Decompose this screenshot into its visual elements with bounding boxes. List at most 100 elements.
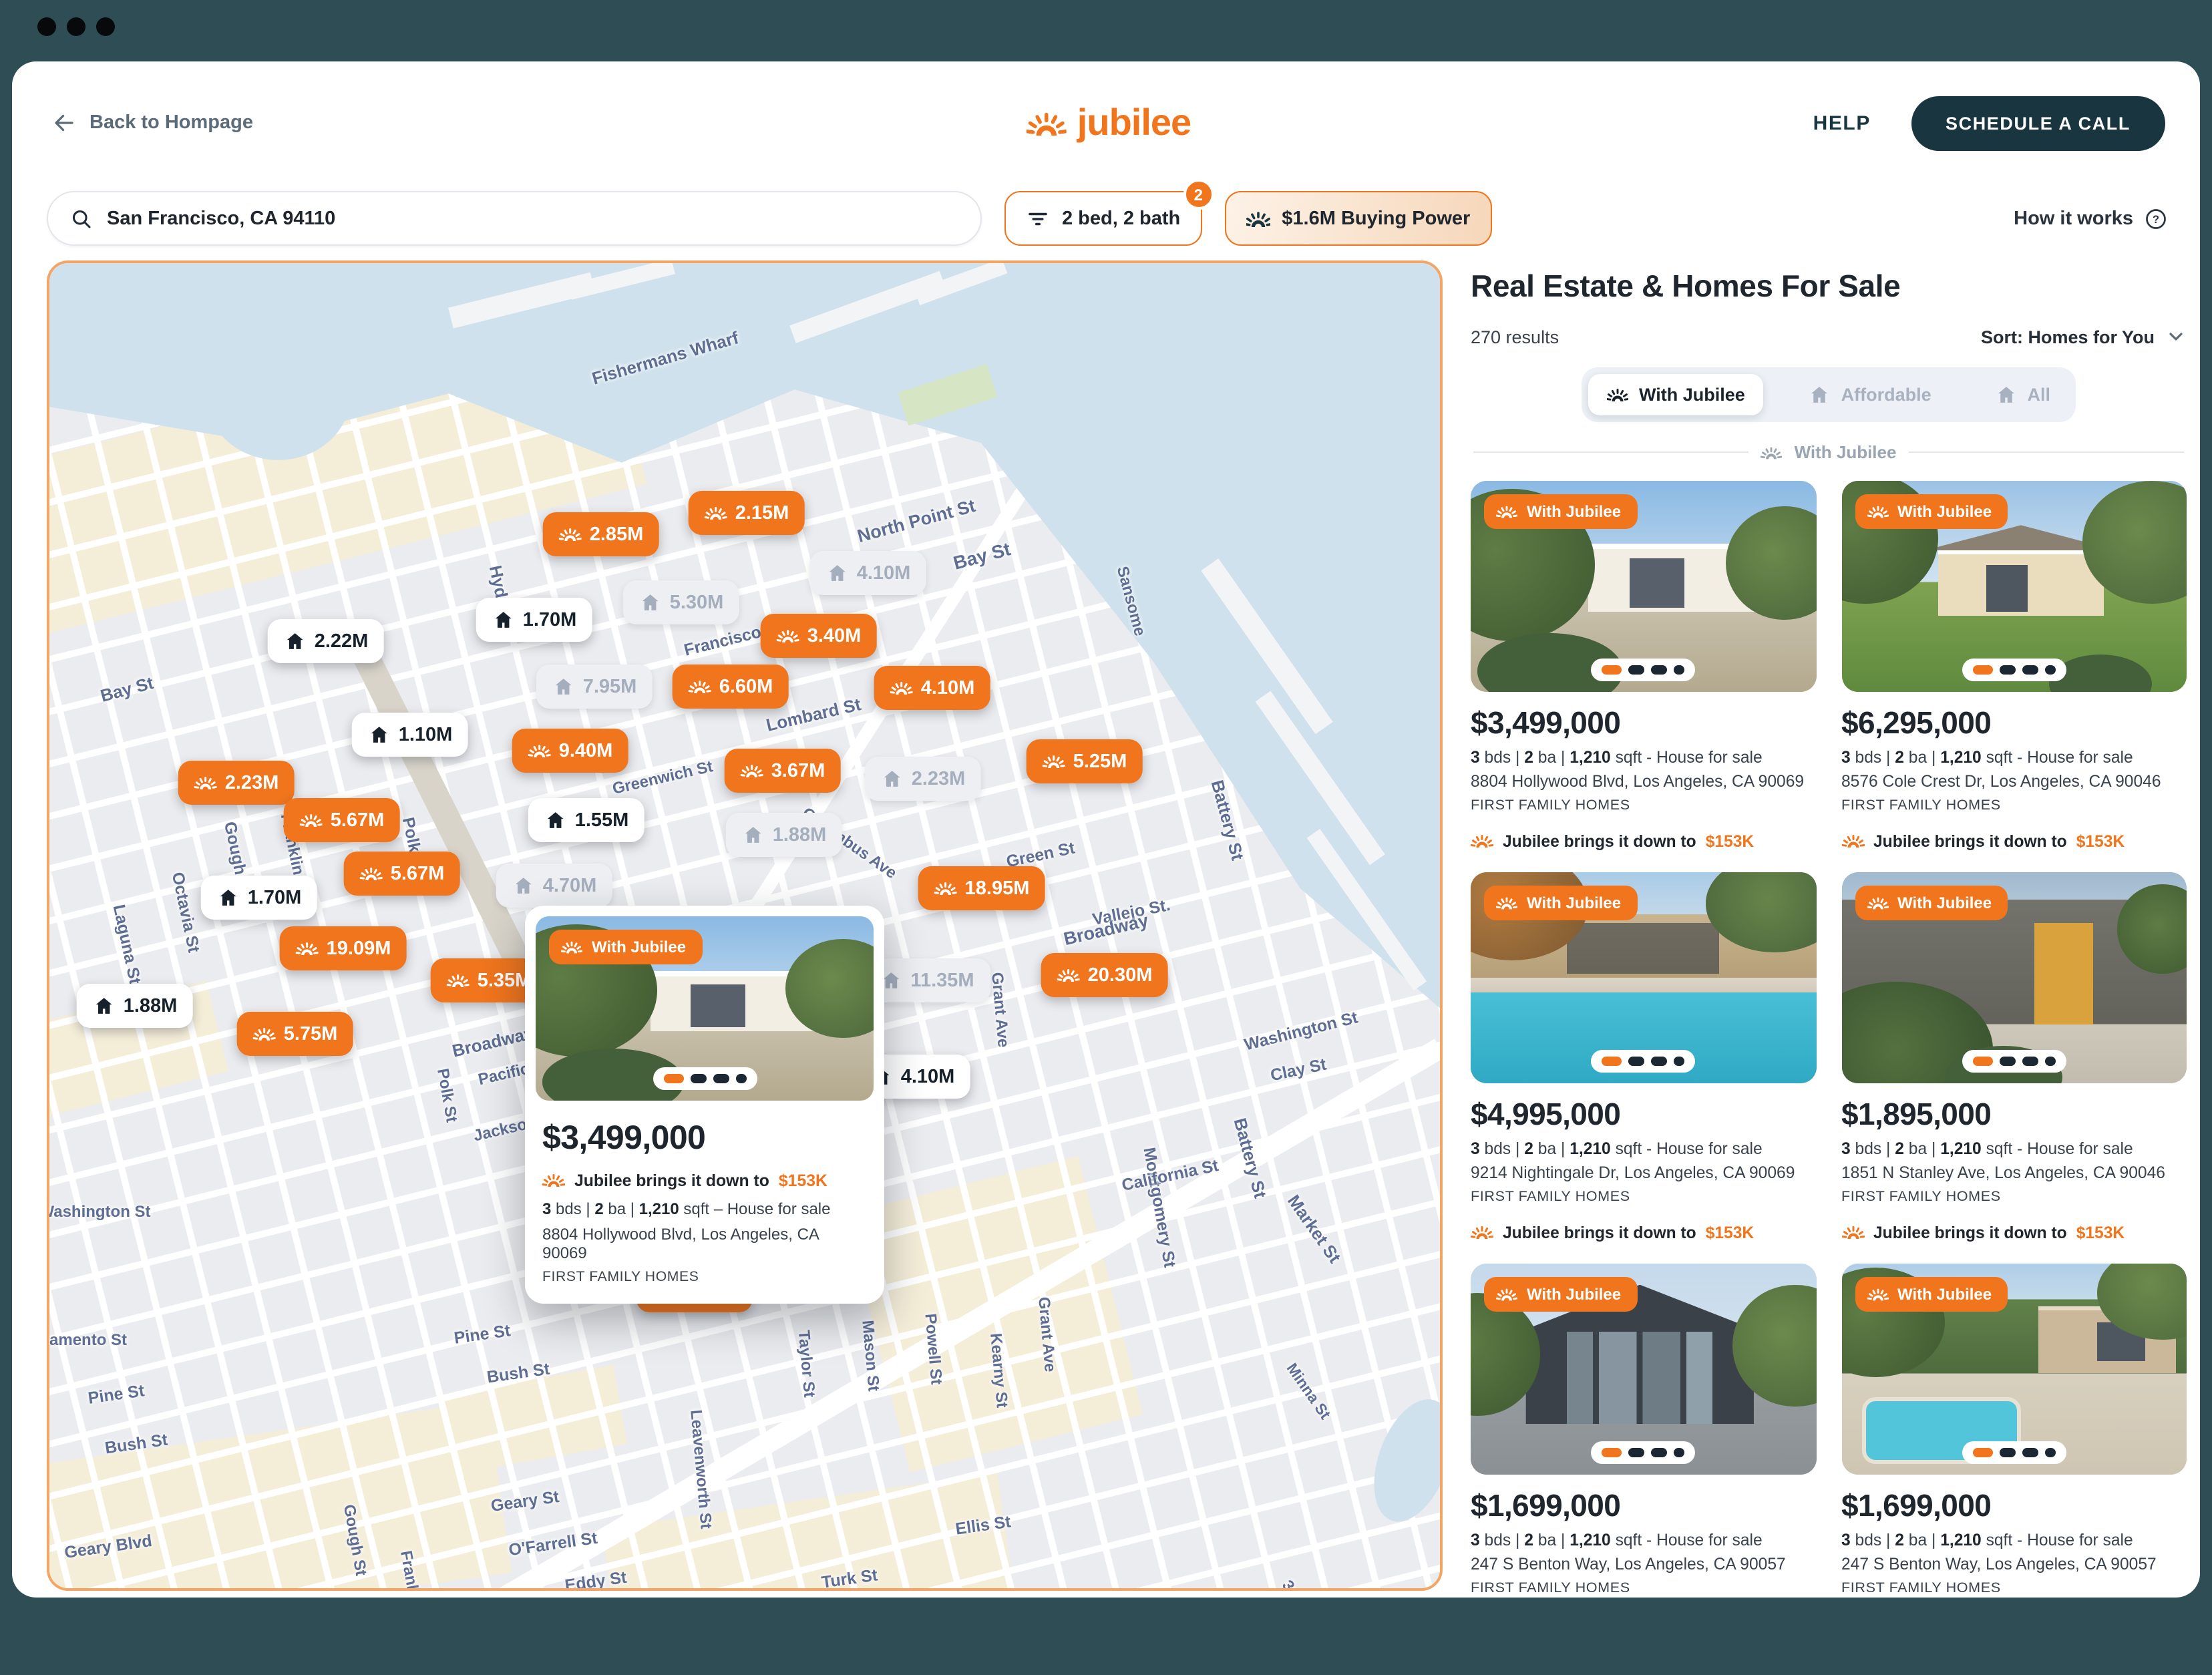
house-icon [492,610,515,630]
popup-photo: With Jubilee [536,916,874,1101]
listing-address: 8804 Hollywood Blvd, Los Angeles, CA 900… [1471,772,1816,791]
map-price-pin[interactable]: 1.70M [201,876,318,920]
map-price-pin[interactable]: 2.23M [865,757,982,801]
map-price-pin[interactable]: 5.25M [1027,739,1143,783]
search-input[interactable]: San Francisco, CA 94110 [47,191,982,246]
map-price-pin[interactable]: 4.10M [874,666,991,710]
map-price-pin[interactable]: 2.85M [543,512,660,556]
jubilee-discount-line: Jubilee brings it down to $153K [1471,1222,1816,1242]
listing-address: 8576 Cole Crest Dr, Los Angeles, CA 9004… [1841,772,2187,791]
image-carousel-dots[interactable] [1592,1050,1696,1073]
listing-card[interactable]: With Jubilee $1,699,000 3 bds | 2 ba | 1… [1471,1264,1816,1598]
pin-price: 1.70M [248,887,302,908]
sunburst-icon [689,677,711,697]
search-filter-row: San Francisco, CA 94110 2 bed, 2 bath 2 … [47,191,2168,246]
image-carousel-dots[interactable] [1962,1050,2066,1073]
listing-specs: 3 bds | 2 ba | 1,210 sqft – House for sa… [542,1199,867,1218]
listing-price: $3,499,000 [1471,705,1816,741]
map-price-pin[interactable]: 2.15M [689,491,805,535]
map-price-pin[interactable]: 2.23M [178,761,295,805]
tab-affordable[interactable]: Affordable [1791,374,1950,415]
pin-price: 1.70M [523,609,577,630]
sunburst-icon [447,970,470,990]
with-jubilee-badge: With Jubilee [1484,886,1637,920]
back-to-homepage-link[interactable]: Back to Hompage [52,111,253,135]
pin-price: 6.60M [719,676,773,697]
pin-price: 2.15M [735,502,789,524]
map-price-pin[interactable]: 5.75M [237,1012,354,1056]
sunburst-icon [1043,751,1065,771]
buying-power-chip[interactable]: $1.6M Buying Power [1224,191,1491,246]
pin-price: 3.67M [771,760,825,781]
pin-price: 2.22M [315,630,369,652]
how-it-works-link[interactable]: How it works [2014,206,2168,230]
map-price-pin[interactable]: 1.88M [726,813,843,857]
map-price-pin[interactable]: 20.30M [1041,953,1169,997]
map-price-pin[interactable]: 5.30M [623,580,740,624]
sunburst-icon [253,1024,276,1044]
map-price-pin[interactable]: 1.70M [476,598,593,642]
listing-price: $3,499,000 [542,1119,867,1158]
image-carousel-dots[interactable] [1962,659,2066,681]
listing-photo: With Jubilee [1841,1264,2187,1475]
image-carousel-dots[interactable] [1962,1441,2066,1464]
map-price-pin[interactable]: 1.10M [352,713,469,757]
pin-price: 5.30M [670,592,724,613]
map-price-pin[interactable]: 2.22M [268,619,385,663]
map-price-pin[interactable]: 7.95M [536,665,653,709]
results-title: Real Estate & Homes For Sale [1471,268,2187,305]
map-price-pin[interactable]: 3.40M [761,614,878,658]
map-price-pin[interactable]: 4.70M [496,864,613,908]
map-price-pin[interactable]: 5.67M [284,798,401,842]
tab-all[interactable]: All [1976,374,2069,415]
beds-baths-filter-chip[interactable]: 2 bed, 2 bath 2 [1004,191,1202,246]
listing-card[interactable]: With Jubilee $1,895,000 3 bds | 2 ba | 1… [1841,872,2187,1242]
brand-wordmark: jubilee [1077,102,1191,144]
image-carousel-dots[interactable] [1592,659,1696,681]
results-panel: Real Estate & Homes For Sale 270 results… [1471,260,2192,1598]
map-price-pin[interactable]: 1.88M [77,984,194,1028]
listing-price: $6,295,000 [1841,705,2187,741]
listing-card[interactable]: With Jubilee $4,995,000 3 bds | 2 ba | 1… [1471,872,1816,1242]
listing-photo: With Jubilee [1841,481,2187,692]
pin-price: 5.35M [478,970,532,991]
map-price-pin[interactable]: 4.10M [810,551,927,595]
listing-price: $1,699,000 [1841,1488,2187,1524]
house-icon [93,996,116,1016]
sunburst-icon [300,810,323,830]
map-price-pin[interactable]: 9.40M [512,729,629,773]
map-canvas[interactable]: Fishermans WharfNorth Point StBay StBay … [47,260,1443,1591]
sort-dropdown[interactable]: Sort: Homes for You [1981,326,2187,347]
help-link[interactable]: HELP [1813,112,1871,134]
jubilee-discount-line: Jubilee brings it down to $153K [1841,831,2187,851]
sunburst-icon [1841,1222,1864,1242]
with-jubilee-badge: With Jubilee [1855,494,2008,529]
listing-specs: 3 bds | 2 ba | 1,210 sqft - House for sa… [1841,1531,2187,1549]
sunburst-icon [1057,965,1080,985]
back-label: Back to Hompage [89,112,253,134]
sunburst-icon [542,1170,565,1190]
tab-with-jubilee[interactable]: With Jubilee [1588,374,1764,415]
map-price-pin[interactable]: 3.67M [725,749,842,793]
image-carousel-dots[interactable] [653,1067,757,1090]
results-meta: 270 results Sort: Homes for You [1471,326,2187,347]
listing-card[interactable]: With Jubilee $3,499,000 3 bds | 2 ba | 1… [1471,481,1816,851]
map-price-pin[interactable]: 6.60M [673,665,789,709]
app-window: Back to Hompage jubilee HELP SCHEDULE A … [12,61,2200,1598]
map-price-pin[interactable]: 1.55M [528,798,645,842]
jubilee-logo[interactable]: jubilee [1027,102,1191,144]
image-carousel-dots[interactable] [1592,1441,1696,1464]
listing-brokerage: FIRST FAMILY HOMES [1841,1189,2187,1205]
map-price-pin[interactable]: 18.95M [918,866,1046,910]
map-price-pin[interactable]: 19.09M [280,926,407,970]
schedule-call-button[interactable]: SCHEDULE A CALL [1911,96,2165,150]
filter-icon [1026,206,1050,230]
sunburst-icon [1607,385,1628,405]
map-listing-popup[interactable]: With Jubilee $3,499,000 Jubilee brings i… [525,906,884,1304]
results-tabs: With Jubilee Affordable All [1582,367,2076,422]
listing-body: $1,699,000 3 bds | 2 ba | 1,210 sqft - H… [1471,1488,1816,1598]
listing-card[interactable]: With Jubilee $6,295,000 3 bds | 2 ba | 1… [1841,481,2187,851]
listing-card[interactable]: With Jubilee $1,699,000 3 bds | 2 ba | 1… [1841,1264,2187,1598]
map-price-pin[interactable]: 5.67M [344,852,461,896]
window-control-dot [96,17,115,36]
